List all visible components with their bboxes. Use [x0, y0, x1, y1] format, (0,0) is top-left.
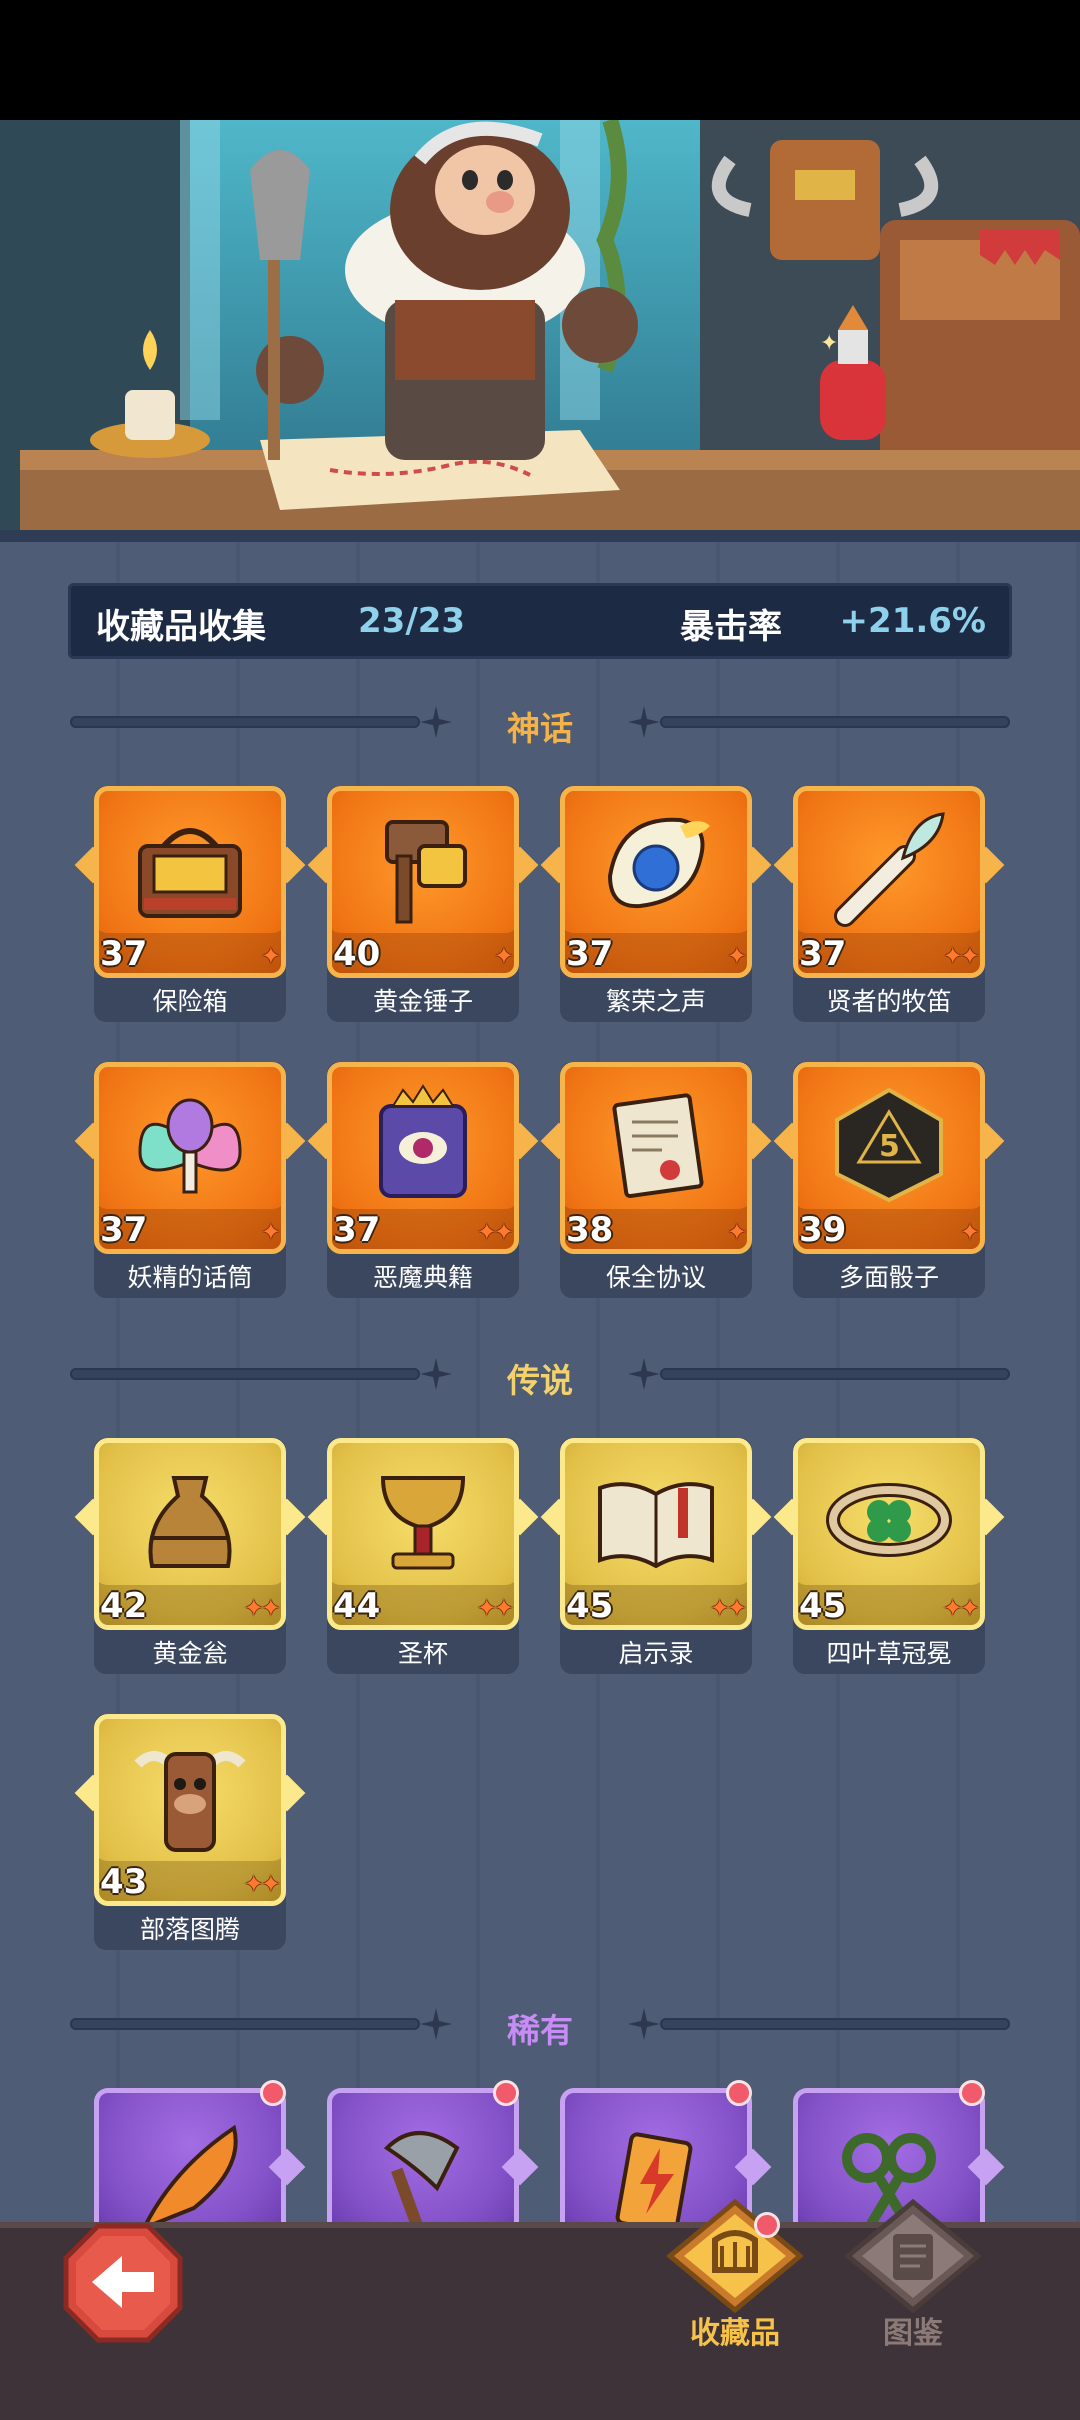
nav-tab-collection[interactable]: 收藏品	[660, 2196, 810, 2356]
collectible-card[interactable]: 45 ✦✦ 启示录	[540, 1438, 772, 1674]
dwarf-shop-illustration: ✦	[0, 120, 1080, 538]
item-name: 恶魔典籍	[372, 1263, 473, 1292]
fairy-microphone-icon	[138, 1098, 242, 1194]
back-button[interactable]	[62, 2222, 184, 2344]
collectible-card[interactable]: 38 ✦ 保全协议	[540, 1062, 772, 1298]
star-rating: ✦	[260, 1218, 281, 1246]
collection-summary: 收藏品收集 23/23 暴击率 +21.6%	[68, 583, 1012, 659]
item-level: 42	[100, 1586, 148, 1626]
svg-text:✦: ✦	[820, 331, 838, 356]
crit-rate-label: 暴击率	[680, 607, 782, 647]
conch-shell-icon	[607, 817, 710, 909]
section-label-rare: 稀有	[507, 2011, 573, 2050]
collectible-card[interactable]: 37 ✦✦ 贤者的牧笛	[773, 786, 1005, 1022]
item-name: 妖精的话筒	[127, 1263, 253, 1292]
item-name: 圣杯	[397, 1639, 448, 1668]
collectible-card[interactable]	[327, 2080, 539, 2230]
item-name: 繁荣之声	[605, 987, 706, 1016]
item-level: 39	[799, 1210, 847, 1250]
section-divider-rare: 稀有	[70, 2002, 1010, 2050]
item-level: 37	[333, 1210, 381, 1250]
collectible-card[interactable]: 5 39 ✦ 多面骰子	[773, 1062, 1005, 1298]
axe-icon	[383, 2131, 460, 2230]
star-rating: ✦	[959, 1218, 980, 1246]
collectible-card[interactable]: 40 ✦ 黄金锤子	[307, 786, 539, 1022]
lyre-icon	[666, 2198, 804, 2314]
item-level: 37	[100, 934, 148, 974]
collectible-card[interactable]: 43 ✦✦ 部落图腾	[74, 1714, 306, 1950]
nav-label-collection: 收藏品	[690, 2316, 780, 2351]
collectible-card[interactable]: 42 ✦✦ 黄金瓮	[74, 1438, 306, 1674]
item-name: 保险箱	[152, 987, 228, 1016]
item-level: 45	[799, 1586, 847, 1626]
star-rating: ✦	[726, 1218, 747, 1246]
item-name: 黄金锤子	[372, 987, 473, 1016]
collectible-card[interactable]	[94, 2080, 306, 2230]
tribal-totem-icon	[134, 1751, 246, 1852]
golden-hammer-icon	[385, 820, 467, 924]
holy-grail-icon	[380, 1476, 466, 1570]
status-bar-area	[0, 0, 1080, 120]
star-rating: ✦	[260, 942, 281, 970]
item-name: 保全协议	[605, 1263, 706, 1292]
collectible-card[interactable]: 37 ✦ 妖精的话筒	[74, 1062, 306, 1298]
collectible-card[interactable]: 44 ✦✦ 圣杯	[307, 1438, 539, 1674]
item-name: 启示录	[618, 1639, 694, 1668]
nav-label-codex: 图鉴	[883, 2316, 943, 2351]
treasure-chest-icon	[138, 828, 242, 918]
section-label-myth: 神话	[507, 709, 573, 748]
collection-count: 23/23	[358, 601, 466, 641]
star-rating: ✦✦	[243, 1594, 281, 1622]
svg-text:5: 5	[879, 1129, 900, 1164]
open-book-icon	[598, 1482, 714, 1569]
item-level: 43	[100, 1862, 148, 1902]
section-label-legend: 传说	[507, 1361, 573, 1400]
shopkeeper-banner: ✦	[0, 120, 1080, 538]
crit-rate-value: +21.6%	[839, 601, 986, 641]
item-level: 45	[566, 1586, 614, 1626]
new-item-badge	[726, 2080, 752, 2106]
notification-badge	[754, 2212, 780, 2238]
star-rating: ✦✦	[476, 1218, 514, 1246]
star-rating: ✦✦	[243, 1870, 281, 1898]
item-level: 40	[333, 934, 381, 974]
feather-icon	[140, 2124, 238, 2230]
clover-crown-icon	[826, 1483, 952, 1557]
collectible-card[interactable]: 45 ✦✦ 四叶草冠冕	[773, 1438, 1005, 1674]
collectible-card[interactable]: 37 ✦ 繁荣之声	[540, 786, 772, 1022]
item-level: 37	[799, 934, 847, 974]
item-level: 37	[100, 1210, 148, 1250]
back-arrow-icon	[63, 2223, 183, 2343]
star-rating: ✦	[726, 942, 747, 970]
d20-dice-icon: 5	[835, 1087, 943, 1203]
item-name: 贤者的牧笛	[826, 987, 952, 1016]
item-level: 37	[566, 934, 614, 974]
star-rating: ✦✦	[942, 1594, 980, 1622]
collectible-card[interactable]: 37 ✦ 保险箱	[74, 786, 306, 1022]
collectible-card[interactable]: 37 ✦✦ 恶魔典籍	[307, 1062, 539, 1298]
banner-bottom-border	[0, 530, 1080, 542]
new-item-badge	[493, 2080, 519, 2106]
flute-icon	[834, 812, 945, 927]
demon-book-icon	[379, 1084, 467, 1198]
star-rating: ✦✦	[709, 1594, 747, 1622]
nav-tab-codex[interactable]: 图鉴	[838, 2196, 988, 2356]
item-name: 多面骰子	[838, 1263, 939, 1292]
new-item-badge	[260, 2080, 286, 2106]
section-divider-legend: 传说	[70, 1352, 1010, 1400]
new-item-badge	[959, 2080, 985, 2106]
star-rating: ✦✦	[476, 1594, 514, 1622]
star-rating: ✦✦	[942, 942, 980, 970]
item-name: 部落图腾	[139, 1915, 240, 1944]
item-level: 38	[566, 1210, 614, 1250]
item-name: 四叶草冠冕	[826, 1639, 952, 1668]
scroll-contract-icon	[612, 1093, 704, 1199]
item-name: 黄金瓮	[152, 1639, 228, 1668]
collection-title: 收藏品收集	[96, 607, 266, 647]
book-icon	[844, 2198, 982, 2314]
item-level: 44	[333, 1586, 381, 1626]
star-rating: ✦	[493, 942, 514, 970]
golden-urn-icon	[148, 1476, 232, 1568]
section-divider-myth: 神话	[70, 700, 1010, 748]
